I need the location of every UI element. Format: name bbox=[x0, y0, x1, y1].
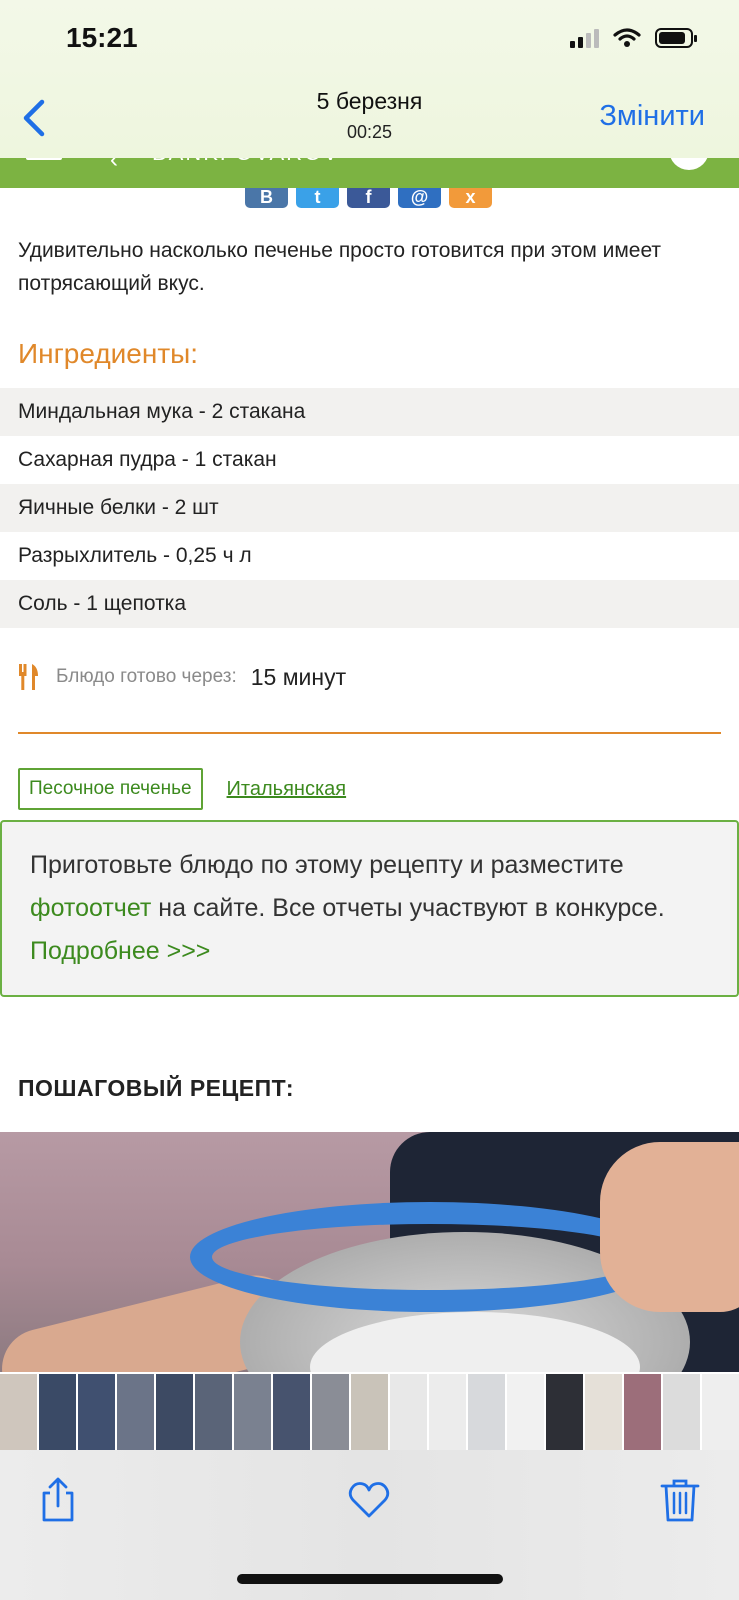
photo-thumbnail[interactable] bbox=[585, 1374, 622, 1450]
photo-thumbnail[interactable] bbox=[312, 1374, 349, 1450]
recipe-tags: Песочное печенье Итальянская bbox=[18, 768, 721, 810]
ingredient-item: Соль - 1 щепотка bbox=[0, 580, 739, 628]
ingredient-item: Миндальная мука - 2 стакана bbox=[0, 388, 739, 436]
photo-thumbnail[interactable] bbox=[117, 1374, 154, 1450]
trash-icon[interactable] bbox=[658, 1476, 702, 1524]
photo-thumbnail[interactable] bbox=[156, 1374, 193, 1450]
photo-thumbnail[interactable] bbox=[546, 1374, 583, 1450]
more-link[interactable]: Подробнее >>> bbox=[30, 937, 210, 965]
photo-report-link[interactable]: фотоотчет bbox=[30, 894, 151, 922]
status-icons bbox=[570, 28, 697, 48]
recipe-step-photo bbox=[0, 1132, 739, 1372]
cellular-signal-icon bbox=[570, 28, 599, 48]
photo-report-promo: Приготовьте блюдо по этому рецепту и раз… bbox=[0, 820, 739, 997]
photo-thumbnail[interactable] bbox=[390, 1374, 427, 1450]
photo-thumbnail[interactable] bbox=[195, 1374, 232, 1450]
fork-knife-icon bbox=[19, 664, 38, 690]
promo-text-2: на сайте. Все отчеты участвуют в конкурс… bbox=[151, 894, 665, 922]
battery-icon bbox=[655, 28, 697, 48]
recipe-intro: Удивительно насколько печенье просто гот… bbox=[18, 239, 662, 295]
ingredient-item: Яичные белки - 2 шт bbox=[0, 484, 739, 532]
promo-text-1: Приготовьте блюдо по этому рецепту и раз… bbox=[30, 851, 624, 879]
ready-value: 15 минут bbox=[250, 663, 347, 690]
photo-viewer-header: 15:21 5 березня 00:25 Змінити bbox=[0, 0, 739, 158]
recipe-content: Удивительно насколько печенье просто гот… bbox=[0, 210, 739, 1102]
edit-button[interactable]: Змінити bbox=[599, 100, 705, 133]
photo-thumbnail[interactable] bbox=[39, 1374, 76, 1450]
tag-category[interactable]: Песочное печенье bbox=[18, 768, 203, 810]
photo-thumbnail[interactable] bbox=[468, 1374, 505, 1450]
photo-thumbnail[interactable] bbox=[624, 1374, 661, 1450]
photo-thumbnail[interactable] bbox=[663, 1374, 700, 1450]
ingredient-item: Разрыхлитель - 0,25 ч л bbox=[18, 544, 252, 567]
photo-thumbnail[interactable] bbox=[702, 1374, 739, 1450]
favorite-heart-icon[interactable] bbox=[347, 1476, 391, 1524]
photo-thumbnail[interactable] bbox=[273, 1374, 310, 1450]
photo-thumbnail[interactable] bbox=[351, 1374, 388, 1450]
ingredients-list: Миндальная мука - 2 стакана Сахарная пудр… bbox=[0, 388, 739, 628]
step-by-step-title: ПОШАГОВЫЙ РЕЦЕПТ: bbox=[18, 1075, 295, 1101]
home-indicator bbox=[237, 1574, 503, 1584]
photo-thumbnail[interactable] bbox=[429, 1374, 466, 1450]
photo-thumbnail[interactable] bbox=[234, 1374, 271, 1450]
wifi-icon bbox=[613, 28, 641, 47]
status-time: 15:21 bbox=[66, 22, 138, 53]
section-divider bbox=[18, 732, 721, 734]
ingredient-item: Сахарная пудра - 1 стакан bbox=[18, 448, 277, 471]
photo-toolbar bbox=[0, 1450, 739, 1600]
ingredients-title: Ингредиенты: bbox=[18, 338, 199, 369]
ready-time-row: Блюдо готово через: 15 минут bbox=[18, 662, 721, 692]
ready-label: Блюдо готово через: bbox=[56, 666, 237, 687]
photo-thumbnail[interactable] bbox=[78, 1374, 115, 1450]
tag-cuisine[interactable]: Итальянская bbox=[227, 778, 347, 801]
photo-thumbnail[interactable] bbox=[507, 1374, 544, 1450]
photo-thumbnail[interactable] bbox=[0, 1374, 37, 1450]
thumbnail-strip[interactable] bbox=[0, 1374, 739, 1450]
share-icon[interactable] bbox=[36, 1476, 80, 1524]
